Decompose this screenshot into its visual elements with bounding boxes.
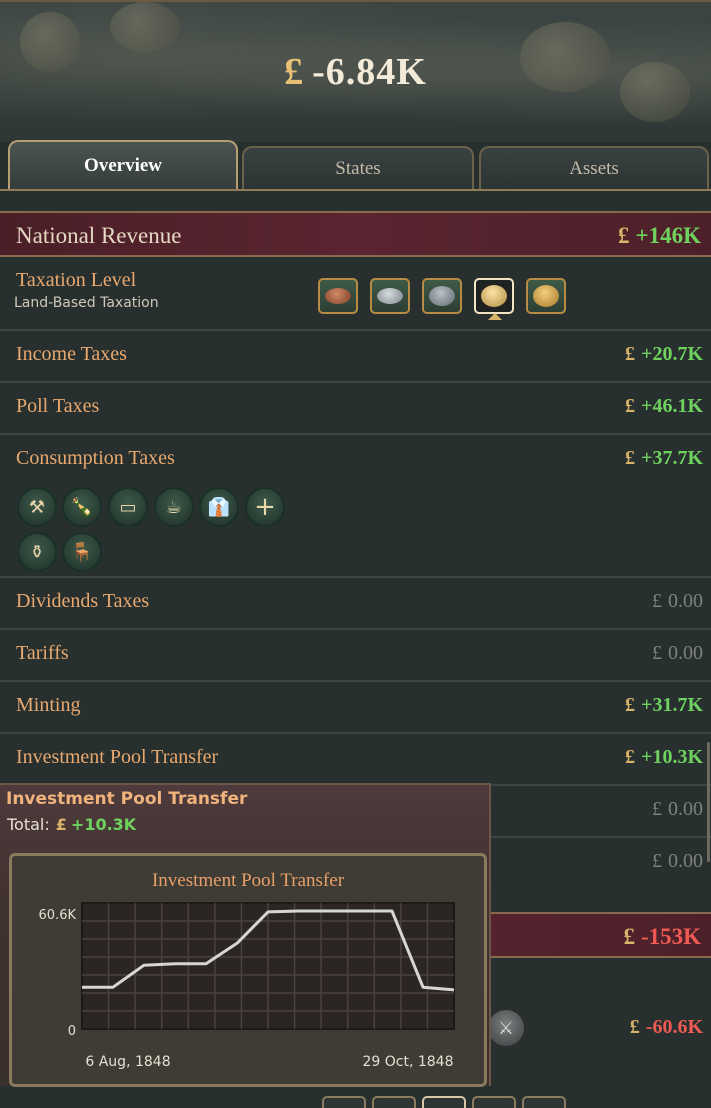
clothes-goods-icon[interactable]: 👔 (199, 487, 239, 527)
tea-goods-icon[interactable]: ☕ (154, 487, 194, 527)
investment-pool-tooltip: Investment Pool Transfer Total: £ +10.3K I… (0, 783, 491, 1087)
minting-value: £ +31.7K (625, 694, 703, 716)
taxation-level-label: Taxation Level (16, 269, 137, 291)
tooltip-total: Total: £ +10.3K (7, 815, 136, 834)
currency-symbol: £ (284, 51, 305, 93)
tooltip-total-label: Total: (7, 815, 50, 834)
poll-taxes-label: Poll Taxes (16, 395, 100, 417)
tax-level-high-button[interactable] (474, 278, 514, 314)
dividends-taxes-label: Dividends Taxes (16, 590, 150, 612)
tobacco-goods-icon[interactable]: ▭ (108, 487, 148, 527)
tooltip-title: Investment Pool Transfer (6, 789, 248, 809)
investment-pool-label: Investment Pool Transfer (16, 746, 219, 768)
silver-coins-icon (377, 288, 403, 304)
liquor-goods-icon[interactable]: 🍾 (62, 487, 102, 527)
tab-overview[interactable]: Overview (8, 140, 238, 190)
tools-goods-icon[interactable]: ⚒ (17, 487, 57, 527)
poll-taxes-row[interactable]: Poll Taxes £ +46.1K (0, 383, 711, 435)
investment-pool-row[interactable]: Investment Pool Transfer £ +10.3K (0, 734, 711, 786)
tariffs-label: Tariffs (16, 642, 69, 664)
income-taxes-value: £ +20.7K (625, 343, 703, 365)
chart-plot: 60.6K 0 6 Aug, 1848 29 Oct, 1848 (39, 902, 455, 1070)
tax-level-very-high-button[interactable] (526, 278, 566, 314)
bottom-tab[interactable] (422, 1096, 466, 1108)
tax-level-low-button[interactable] (370, 278, 410, 314)
tooltip-total-value: +10.3K (70, 815, 137, 834)
consumption-taxes-label: Consumption Taxes (16, 447, 175, 469)
minting-row[interactable]: Minting £ +31.7K (0, 682, 711, 734)
porcelain-goods-icon[interactable]: ⚱ (17, 532, 57, 572)
balance-value: -6.84K (312, 51, 427, 93)
national-revenue-header[interactable]: National Revenue £ +146K (0, 211, 711, 257)
furniture-goods-icon[interactable]: 🪑 (62, 532, 102, 572)
national-revenue-label: National Revenue (16, 223, 182, 248)
selected-indicator-icon (488, 313, 502, 320)
copper-coin-icon (325, 288, 351, 304)
military-expense-icon[interactable]: ⚔ (486, 1008, 526, 1048)
x-tick-label: 29 Oct, 1848 (363, 1054, 454, 1070)
bottom-tab[interactable] (522, 1096, 566, 1108)
bottom-tab[interactable] (372, 1096, 416, 1108)
gold-coins-icon (533, 285, 559, 307)
y-tick-label: 0 (68, 1024, 76, 1039)
x-tick-label: 6 Aug, 1848 (85, 1054, 170, 1070)
y-tick-label: 60.6K (39, 908, 77, 923)
treasury-balance: £ -6.84K (0, 50, 711, 94)
tariffs-value: £0.00 (652, 642, 703, 664)
silver-stack-icon (429, 286, 455, 306)
tab-assets[interactable]: Assets (479, 146, 709, 190)
coin-pile-decoration (110, 2, 180, 52)
scrollbar[interactable] (707, 742, 710, 862)
tab-states[interactable]: States (242, 146, 474, 190)
tab-underline (0, 189, 711, 191)
history-chart: Investment Pool Transfer 60.6K 0 6 Aug, … (9, 853, 487, 1087)
dividends-taxes-value: £0.00 (652, 590, 703, 612)
bottom-tab[interactable] (322, 1096, 366, 1108)
national-revenue-value: £ +146K (618, 223, 701, 248)
income-taxes-label: Income Taxes (16, 343, 127, 365)
national-expenses-value: £ -153K (623, 924, 701, 949)
expense-row-value: £ -60.6K (629, 1016, 703, 1038)
consumption-taxes-row[interactable]: Consumption Taxes £ +37.7K (0, 435, 711, 578)
budget-tabs: Overview States Assets (0, 140, 711, 196)
consumption-taxes-value: £ +37.7K (625, 447, 703, 469)
investment-pool-value: £ +10.3K (625, 746, 703, 768)
add-goods-icon[interactable]: + (245, 487, 285, 527)
dividends-taxes-row[interactable]: Dividends Taxes £0.00 (0, 578, 711, 630)
tax-level-very-low-button[interactable] (318, 278, 358, 314)
obscured-revenue-value: £0.00 (652, 798, 703, 820)
taxation-type-label: Land-Based Taxation (14, 295, 159, 311)
tariffs-row[interactable]: Tariffs £0.00 (0, 630, 711, 682)
tooltip-currency: £ (55, 815, 67, 834)
minting-label: Minting (16, 694, 81, 716)
tax-level-medium-button[interactable] (422, 278, 462, 314)
gold-stack-icon (481, 285, 507, 307)
income-taxes-row[interactable]: Income Taxes £ +20.7K (0, 331, 711, 383)
treasury-header: £ -6.84K (0, 0, 711, 142)
obscured-revenue-value: £0.00 (652, 850, 703, 872)
poll-taxes-value: £ +46.1K (625, 395, 703, 417)
bottom-tab[interactable] (472, 1096, 516, 1108)
